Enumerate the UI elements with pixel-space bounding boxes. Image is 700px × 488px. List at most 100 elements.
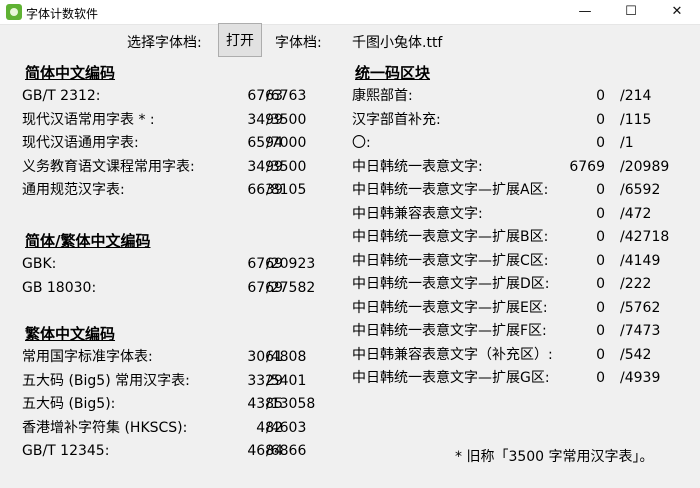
count-row: 中日韩统一表意文字—扩展C区: 0/4149 bbox=[352, 250, 682, 272]
row-label: GB/T 2312: bbox=[22, 88, 101, 104]
row-label: 康熙部首: bbox=[352, 88, 413, 104]
count-row: 常用国字标准字体表: 3061/4808 bbox=[22, 346, 352, 368]
choose-font-label: 选择字体档: bbox=[127, 35, 202, 51]
row-label: 中日韩统一表意文字—扩展D区: bbox=[352, 276, 550, 292]
count-row: 康熙部首: 0/214 bbox=[352, 85, 682, 107]
row-label: 通用规范汉字表: bbox=[22, 182, 125, 198]
row-count: 0 bbox=[596, 135, 605, 151]
app-icon bbox=[6, 4, 22, 20]
row-label: 中日韩兼容表意文字: bbox=[352, 205, 483, 222]
count-row: 中日韩统一表意文字—扩展E区: 0/5762 bbox=[352, 297, 682, 319]
row-label: 中日韩统一表意文字—扩展G区: bbox=[352, 370, 550, 386]
section-heading: 简体中文编码 bbox=[25, 64, 116, 82]
count-row: GB/T 12345: 4684/6866 bbox=[22, 440, 352, 462]
row-count: 6769 bbox=[569, 158, 605, 175]
row-label: 中日韩兼容表意文字（补充区）: bbox=[352, 346, 553, 363]
row-label: GB/T 12345: bbox=[22, 443, 110, 459]
count-row: 中日韩统一表意文字—扩展D区: 0/222 bbox=[352, 273, 682, 295]
row-total: /222 bbox=[620, 276, 652, 292]
font-file-label: 字体档: bbox=[275, 35, 322, 51]
count-row: 中日韩统一表意文字—扩展B区: 0/42718 bbox=[352, 226, 682, 248]
row-total: /5762 bbox=[620, 299, 661, 316]
row-label: 中日韩统一表意文字—扩展F区: bbox=[352, 323, 547, 339]
row-total: /13058 bbox=[266, 396, 316, 412]
count-row: 〇: 0/1 bbox=[352, 132, 682, 154]
row-label: 常用国字标准字体表: bbox=[22, 349, 153, 365]
row-total: /42718 bbox=[620, 229, 670, 245]
row-count: 0 bbox=[596, 182, 605, 198]
row-total: /4808 bbox=[266, 349, 307, 365]
count-row: GB/T 2312: 6763/6763 bbox=[22, 85, 352, 107]
row-total: /6592 bbox=[620, 182, 661, 198]
row-label: 中日韩统一表意文字—扩展A区: bbox=[352, 182, 549, 198]
row-total: /6866 bbox=[266, 443, 307, 459]
row-label: GB 18030: bbox=[22, 279, 97, 296]
row-count: 0 bbox=[596, 346, 605, 363]
count-row: 中日韩统一表意文字—扩展A区: 0/6592 bbox=[352, 179, 682, 201]
count-row: 中日韩统一表意文字—扩展G区: 0/4939 bbox=[352, 367, 682, 389]
count-row: 现代汉语通用字表: 6594/7000 bbox=[22, 132, 352, 154]
row-count: 0 bbox=[596, 229, 605, 245]
minimize-button[interactable]: — bbox=[562, 0, 608, 24]
row-label: 中日韩统一表意文字—扩展E区: bbox=[352, 299, 548, 316]
row-count: 0 bbox=[596, 370, 605, 386]
window-title: 字体计数软件 bbox=[26, 7, 99, 21]
row-label: GBK: bbox=[22, 256, 57, 272]
row-total: /4603 bbox=[266, 419, 307, 436]
maximize-button[interactable]: ☐ bbox=[608, 0, 654, 24]
row-count: 0 bbox=[596, 323, 605, 339]
row-total: /4149 bbox=[620, 252, 661, 269]
count-row: 中日韩统一表意文字—扩展F区: 0/7473 bbox=[352, 320, 682, 342]
count-row: 通用规范汉字表: 6639/8105 bbox=[22, 179, 352, 201]
font-file-name: 千图小兔体.ttf bbox=[352, 35, 443, 51]
count-row: 中日韩兼容表意文字: 0/472 bbox=[352, 203, 682, 225]
count-row: 五大码 (Big5): 4385/13058 bbox=[22, 393, 352, 415]
row-count: 0 bbox=[596, 205, 605, 222]
row-total: /6763 bbox=[266, 88, 307, 104]
row-total: /3500 bbox=[266, 158, 307, 175]
count-row: 香港增补字符集 (HKSCS): 482/4603 bbox=[22, 417, 352, 439]
row-total: /27582 bbox=[266, 279, 316, 296]
row-total: /3500 bbox=[266, 111, 307, 128]
row-total: /115 bbox=[620, 111, 652, 128]
row-label: 中日韩统一表意文字—扩展B区: bbox=[352, 229, 549, 245]
title-bar: 字体计数软件 — ☐ ✕ bbox=[0, 0, 700, 25]
row-total: /7000 bbox=[266, 135, 307, 151]
close-button[interactable]: ✕ bbox=[654, 0, 700, 24]
count-row: 现代汉语常用字表 * :3499/3500 bbox=[22, 109, 352, 131]
row-label: 五大码 (Big5) 常用汉字表: bbox=[22, 372, 190, 389]
row-total: /8105 bbox=[266, 182, 307, 198]
row-label: 义务教育语文课程常用字表: bbox=[22, 158, 195, 175]
row-total: /542 bbox=[620, 346, 652, 363]
row-total: /472 bbox=[620, 205, 652, 222]
row-total: /20923 bbox=[266, 256, 316, 272]
count-row: 汉字部首补充: 0/115 bbox=[352, 109, 682, 131]
section-heading: 统一码区块 bbox=[355, 64, 431, 82]
row-count: 0 bbox=[596, 276, 605, 292]
section-heading: 繁体中文编码 bbox=[25, 325, 116, 343]
count-row: GBK: 6769/20923 bbox=[22, 253, 352, 275]
count-row: 中日韩兼容表意文字（补充区）: 0/542 bbox=[352, 344, 682, 366]
row-count: 0 bbox=[596, 299, 605, 316]
section-heading: 简体/繁体中文编码 bbox=[25, 232, 151, 250]
row-total: /1 bbox=[620, 135, 634, 151]
row-total: /20989 bbox=[620, 158, 670, 175]
open-button[interactable]: 打开 bbox=[218, 23, 262, 57]
row-total: /5401 bbox=[266, 372, 307, 389]
row-label: 中日韩统一表意文字—扩展C区: bbox=[352, 252, 549, 269]
footnote: * 旧称「3500 字常用汉字表」。 bbox=[455, 449, 654, 465]
count-row: GB 18030: 6769/27582 bbox=[22, 277, 352, 299]
row-label: 五大码 (Big5): bbox=[22, 396, 116, 412]
row-label: 现代汉语通用字表: bbox=[22, 135, 139, 151]
row-total: /214 bbox=[620, 88, 652, 104]
row-label: 〇: bbox=[352, 135, 371, 151]
count-row: 义务教育语文课程常用字表: 3499/3500 bbox=[22, 156, 352, 178]
row-label: 汉字部首补充: bbox=[352, 111, 441, 128]
count-row: 五大码 (Big5) 常用汉字表: 3329/5401 bbox=[22, 370, 352, 392]
row-count: 0 bbox=[596, 88, 605, 104]
row-count: 0 bbox=[596, 252, 605, 269]
row-label: 香港增补字符集 (HKSCS): bbox=[22, 419, 188, 436]
row-count: 0 bbox=[596, 111, 605, 128]
count-row: 中日韩统一表意文字: 6769/20989 bbox=[352, 156, 682, 178]
row-label: 中日韩统一表意文字: bbox=[352, 158, 483, 175]
